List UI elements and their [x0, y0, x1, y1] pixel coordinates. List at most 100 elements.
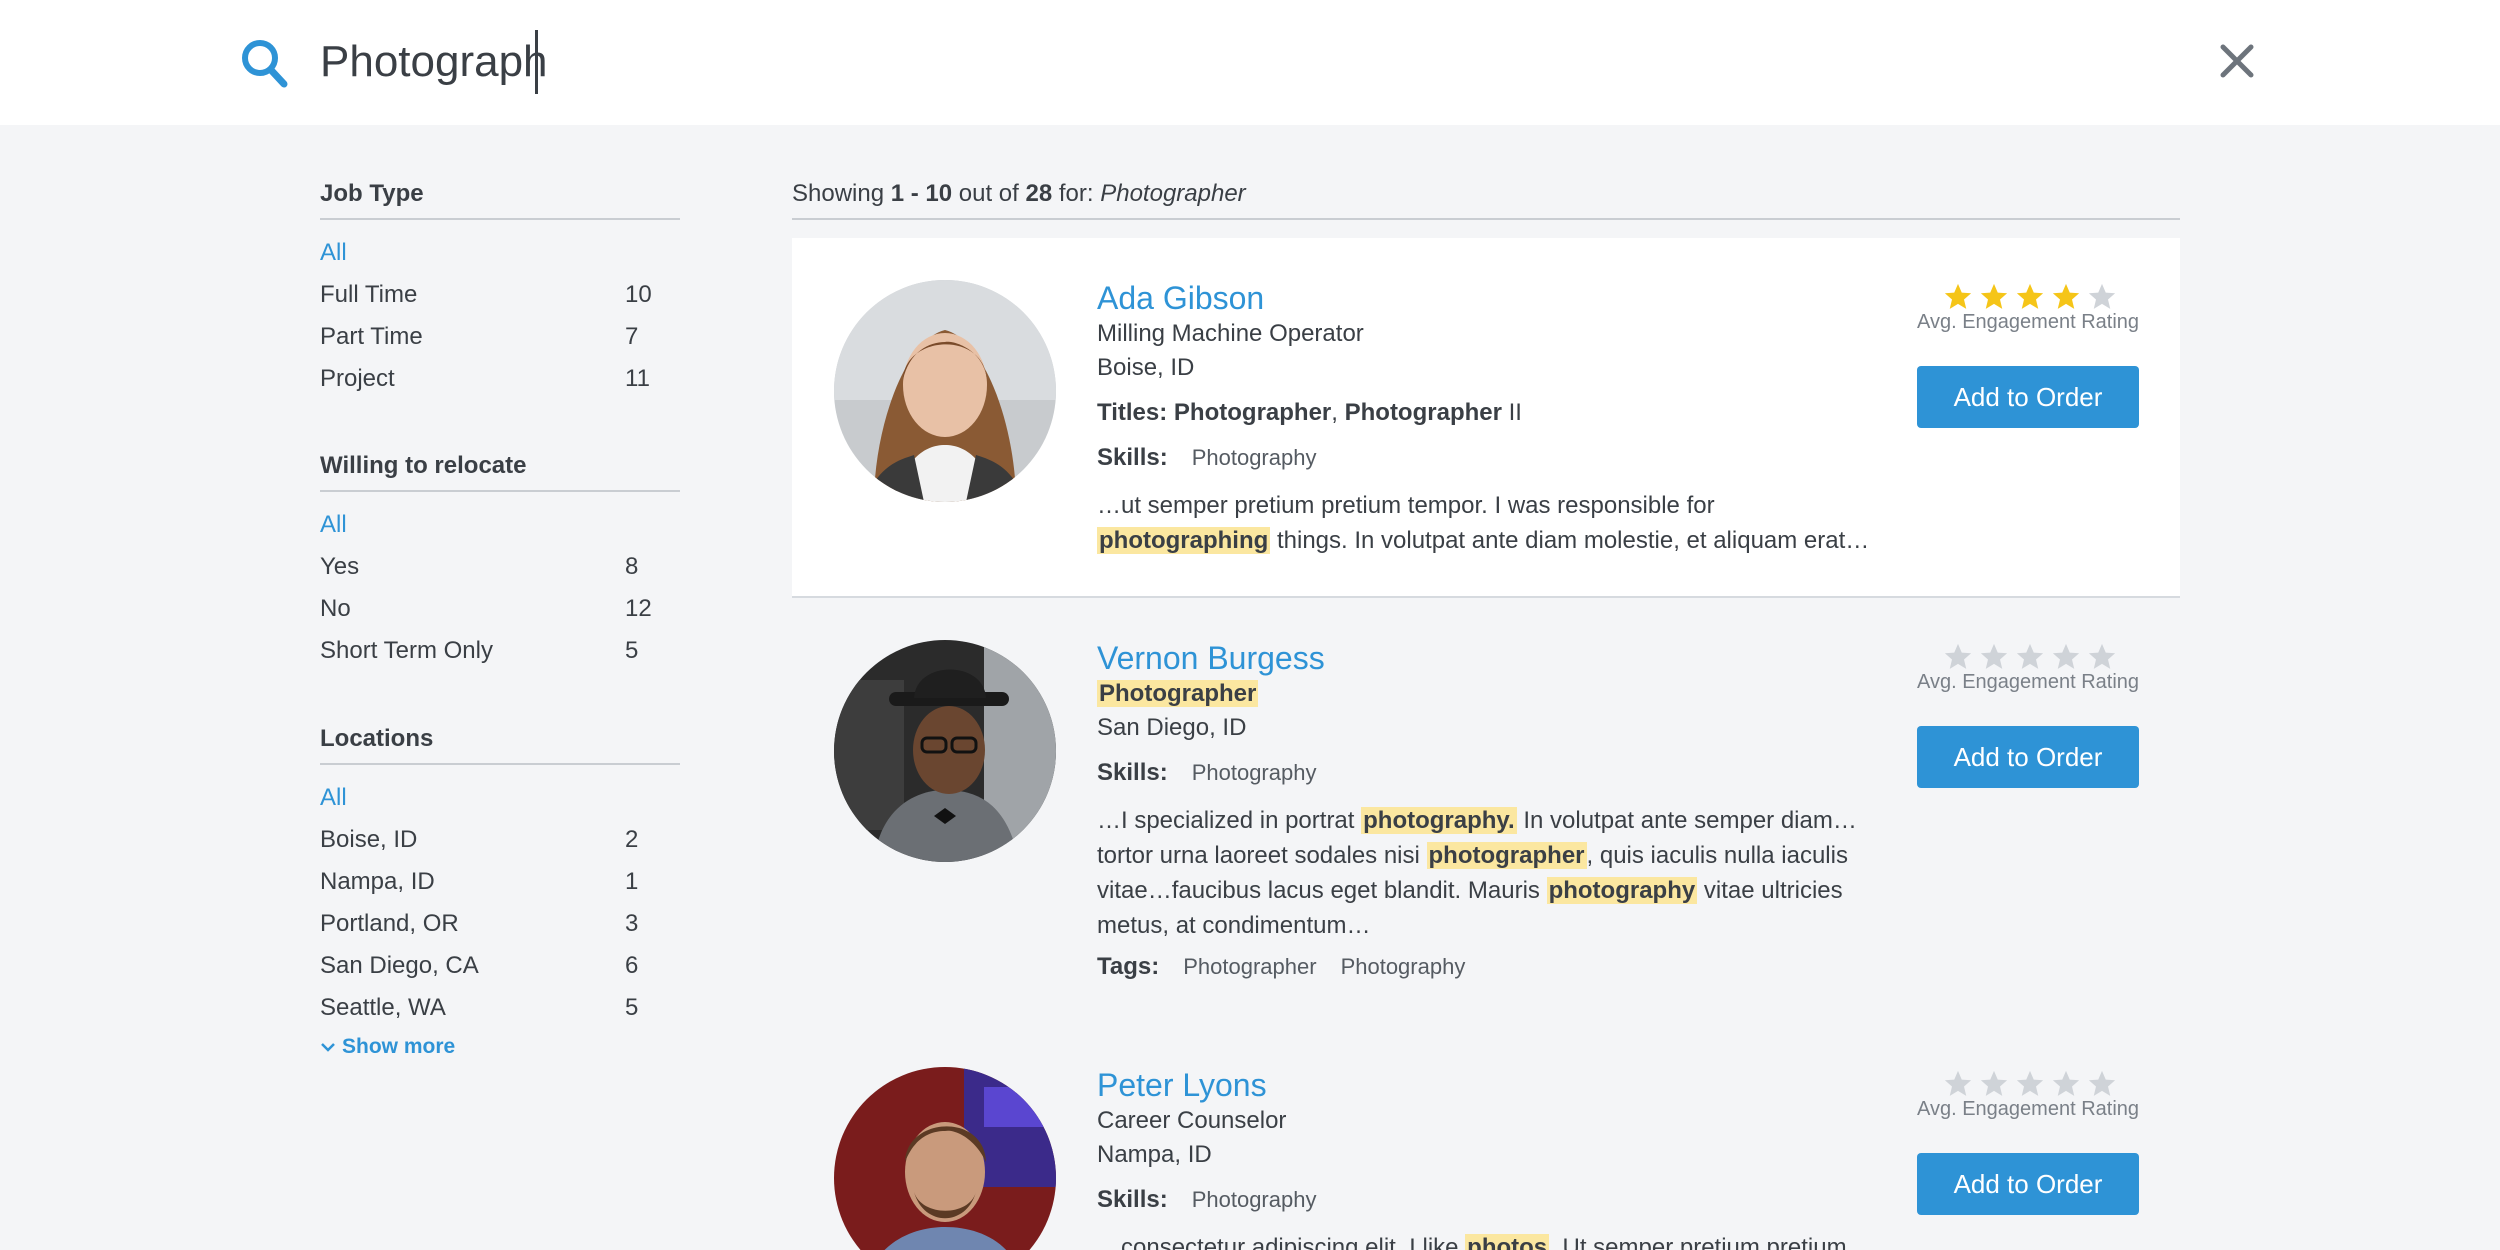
skills-label: Skills: [1097, 444, 1168, 471]
facet-option[interactable]: Short Term Only 5 [320, 630, 680, 672]
add-to-order-button[interactable]: Add to Order [1917, 1153, 2139, 1215]
snippet-highlight: photographer [1426, 842, 1587, 869]
summary-query: Photographer [1100, 180, 1246, 207]
candidate-name-link[interactable]: Peter Lyons [1097, 1067, 1267, 1104]
facet-option-label: Boise, ID [320, 826, 418, 853]
candidate-location: San Diego, ID [1097, 714, 1247, 741]
candidate-name-link[interactable]: Vernon Burgess [1097, 640, 1325, 677]
facet-option-label: Portland, OR [320, 910, 459, 937]
candidate-tags: Tags: Photographer Photography [1097, 953, 1465, 981]
facet-option-label: No [320, 595, 351, 622]
star-empty-icon [2052, 643, 2080, 669]
facet-option-label: Seattle, WA [320, 994, 446, 1021]
skill-chip: Photography [1191, 1187, 1317, 1212]
star-empty-icon [2052, 1070, 2080, 1096]
star-empty-icon [1944, 643, 1972, 669]
star-filled-icon [2052, 283, 2080, 309]
facet-option[interactable]: Part Time 7 [320, 316, 680, 358]
facet-option[interactable]: Yes 8 [320, 546, 680, 588]
snippet-text: …ut semper pretium pretium tempor. I was… [1097, 492, 1715, 519]
avatar [834, 280, 1056, 502]
candidate-skills: Skills: Photography [1097, 444, 1316, 472]
facet-option[interactable]: Nampa, ID 1 [320, 861, 680, 903]
candidate-location: Boise, ID [1097, 354, 1195, 381]
facet-option-all[interactable]: All [320, 232, 680, 274]
candidate-location: Nampa, ID [1097, 1141, 1212, 1168]
snippet-text: …I specialized in portrat [1097, 807, 1362, 834]
facet-option-label: Short Term Only [320, 637, 493, 664]
facet-option[interactable]: Boise, ID 2 [320, 819, 680, 861]
facet-option-count: 3 [625, 910, 639, 937]
title-item: Photographer [1173, 399, 1332, 426]
facet-option-count: 12 [625, 595, 652, 622]
facet-option[interactable]: Project 11 [320, 358, 680, 400]
facet-option-all[interactable]: All [320, 504, 680, 546]
facet-option-label: Project [320, 365, 395, 392]
facet-option-label: Yes [320, 553, 360, 580]
engagement-rating [1942, 642, 2118, 672]
title-item: Photographer [1344, 399, 1502, 426]
titles-separator: , [1331, 399, 1345, 426]
show-more-link[interactable]: Show more [320, 1035, 680, 1059]
star-filled-icon [2016, 283, 2044, 309]
star-empty-icon [2088, 283, 2116, 309]
skills-label: Skills: [1097, 1186, 1168, 1213]
facet-option-count: 2 [625, 826, 639, 853]
summary-prefix: Showing [792, 180, 891, 207]
title-suffix: II [1501, 399, 1522, 426]
facet-option-count: 5 [625, 637, 639, 664]
candidate-snippet: …ut semper pretium pretium tempor. I was… [1097, 488, 1877, 558]
candidate-titles: Titles: Photographer, Photographer II [1097, 399, 1522, 427]
summary-range: 1 - 10 [890, 180, 953, 207]
engagement-rating [1942, 1069, 2118, 1099]
title-highlight: Photographer [1097, 680, 1259, 707]
facet-option[interactable]: No 12 [320, 588, 680, 630]
result-card: Vernon Burgess Photographer San Diego, I… [792, 598, 2180, 1018]
close-icon[interactable] [2218, 42, 2256, 80]
titles-label: Titles: [1097, 399, 1168, 426]
snippet-highlight: photographing [1097, 527, 1271, 554]
facet-option-label: Nampa, ID [320, 868, 435, 895]
results-summary: Showing 1 - 10 out of 28 for: Photograph… [792, 180, 2180, 220]
facet-title: Job Type [320, 180, 680, 220]
candidate-name-link[interactable]: Ada Gibson [1097, 280, 1264, 317]
rating-label: Avg. Engagement Rating [1917, 311, 2140, 333]
facet-option[interactable]: Full Time 10 [320, 274, 680, 316]
search-bar [0, 0, 2500, 125]
tag-chip: Photography [1340, 954, 1466, 979]
facet-option-all[interactable]: All [320, 777, 680, 819]
candidate-snippet: …consectetur adipiscing elit. I like pho… [1097, 1230, 1877, 1250]
facet-option[interactable]: Portland, OR 3 [320, 903, 680, 945]
candidate-skills: Skills: Photography [1097, 759, 1316, 787]
candidate-job-title: Career Counselor [1097, 1107, 1287, 1134]
star-filled-icon [1980, 283, 2008, 309]
candidate-job-title: Milling Machine Operator [1097, 320, 1364, 347]
result-card: Peter Lyons Career Counselor Nampa, ID S… [792, 1025, 2180, 1250]
facet-locations: Locations All Boise, ID 2 Nampa, ID 1 Po… [320, 725, 680, 1059]
skills-label: Skills: [1097, 759, 1168, 786]
facet-option[interactable]: Seattle, WA 5 [320, 987, 680, 1029]
candidate-skills: Skills: Photography [1097, 1186, 1316, 1214]
facet-relocate: Willing to relocate All Yes 8 No 12 Shor… [320, 452, 680, 672]
avatar [834, 1067, 1056, 1250]
star-filled-icon [1944, 283, 1972, 309]
facet-option[interactable]: San Diego, CA 6 [320, 945, 680, 987]
search-icon[interactable] [240, 38, 288, 88]
facet-option-count: 7 [625, 323, 639, 350]
engagement-rating [1942, 282, 2118, 312]
facet-title: Willing to relocate [320, 452, 680, 492]
search-input[interactable] [320, 22, 2120, 102]
rating-label: Avg. Engagement Rating [1917, 671, 2140, 693]
add-to-order-button[interactable]: Add to Order [1917, 726, 2139, 788]
star-empty-icon [1980, 643, 2008, 669]
star-empty-icon [1944, 1070, 1972, 1096]
skill-chip: Photography [1191, 760, 1317, 785]
show-more-label: Show more [342, 1035, 456, 1058]
facet-option-count: 5 [625, 994, 639, 1021]
add-to-order-button[interactable]: Add to Order [1917, 366, 2139, 428]
snippet-highlight: photography. [1361, 807, 1517, 834]
tags-label: Tags: [1097, 953, 1160, 980]
snippet-highlight: photography [1546, 877, 1698, 904]
snippet-text: …consectetur adipiscing elit. I like [1097, 1234, 1466, 1250]
facet-option-count: 1 [625, 868, 639, 895]
